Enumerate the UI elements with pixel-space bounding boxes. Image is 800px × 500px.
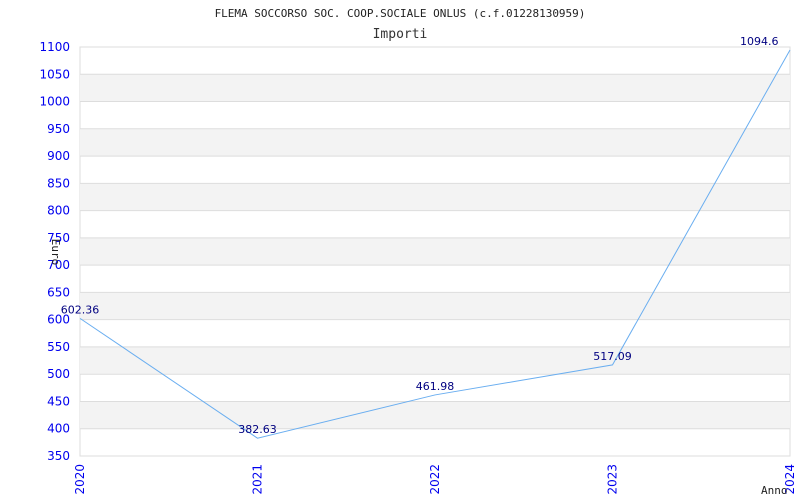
line-chart: FLEMA SOCCORSO SOC. COOP.SOCIALE ONLUS (… <box>39 7 797 497</box>
y-tick-label: 500 <box>47 367 70 381</box>
y-tick-label: 650 <box>47 285 70 299</box>
grid-band <box>80 401 790 429</box>
y-tick-label: 800 <box>47 204 70 218</box>
chart-subtitle: Importi <box>373 27 428 42</box>
grid-band <box>80 346 790 375</box>
data-label: 517.09 <box>593 350 632 363</box>
y-tick-label: 1000 <box>39 95 70 109</box>
chart-title: FLEMA SOCCORSO SOC. COOP.SOCIALE ONLUS (… <box>215 7 586 20</box>
y-tick-label: 1050 <box>39 67 70 81</box>
y-axis-label: Euro <box>49 239 62 266</box>
grid-band <box>80 237 790 266</box>
y-tick-label: 900 <box>47 149 70 163</box>
x-tick-label: 2022 <box>428 464 442 495</box>
y-tick-label: 400 <box>47 422 70 436</box>
y-tick-label: 850 <box>47 176 70 190</box>
grid-band <box>80 128 790 157</box>
grid-band <box>80 292 790 320</box>
x-axis-label: Anno <box>761 484 788 497</box>
data-label: 602.36 <box>61 303 100 316</box>
data-label: 1094.6 <box>740 35 779 48</box>
x-tick-label: 2021 <box>251 464 265 495</box>
data-label: 461.98 <box>416 380 455 393</box>
y-tick-label: 550 <box>47 340 70 354</box>
data-label: 382.63 <box>238 423 277 436</box>
y-tick-label: 450 <box>47 394 70 408</box>
grid-band <box>80 183 790 211</box>
y-tick-label: 950 <box>47 122 70 136</box>
x-tick-label: 2020 <box>73 464 87 495</box>
grid-band <box>80 74 790 102</box>
y-tick-label: 350 <box>47 449 70 463</box>
y-tick-label: 1100 <box>39 40 70 54</box>
x-tick-label: 2023 <box>606 464 620 495</box>
